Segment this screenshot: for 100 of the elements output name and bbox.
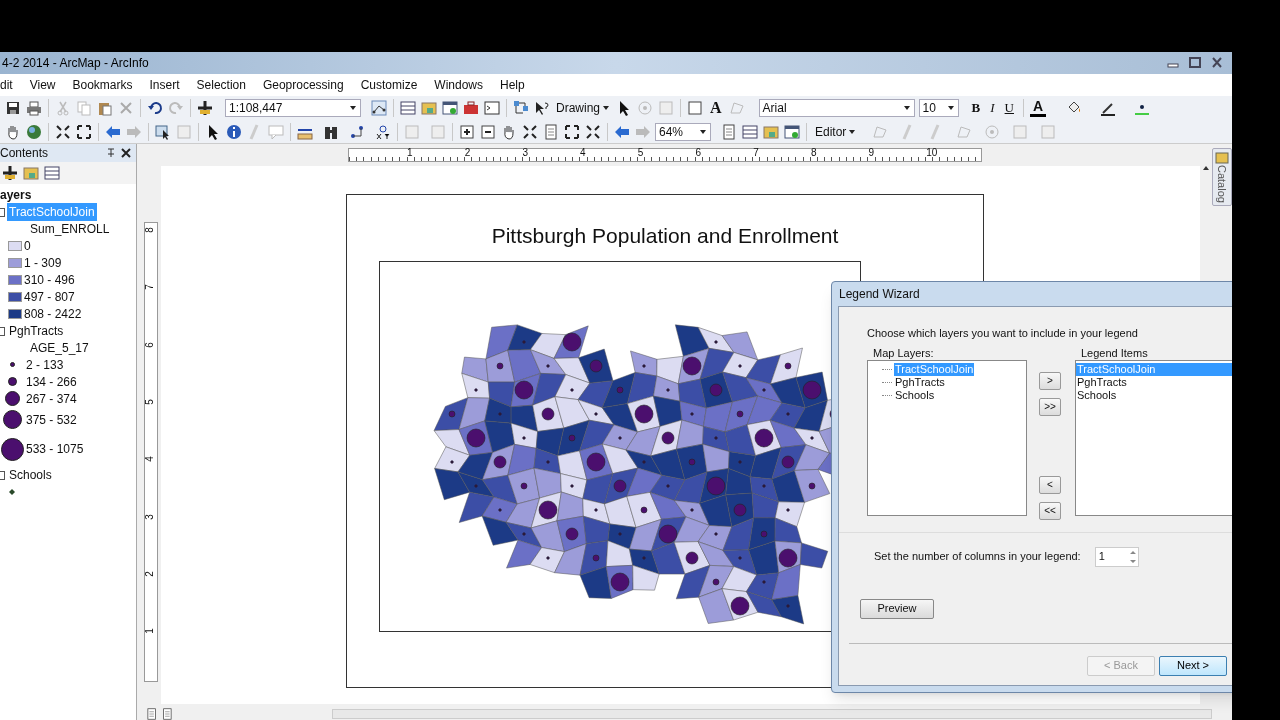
editor-menu[interactable]: Editor [813,121,859,142]
class-label: 267 - 374 [26,390,77,408]
scroll-up-icon[interactable] [1202,164,1210,172]
page-icon[interactable] [161,708,174,720]
list-item[interactable]: Schools [1076,388,1232,402]
class-label: 808 - 2422 [24,305,82,323]
zoom-field[interactable]: 64% [655,122,711,141]
expand-icon[interactable] [76,123,92,140]
select-features-icon[interactable] [155,123,171,140]
ruler-label: 8 [144,227,155,233]
line-pen-icon[interactable] [1100,100,1117,116]
font-size-field[interactable]: 10 [918,99,959,117]
zoom-out-icon[interactable] [480,123,496,140]
font-field[interactable]: Arial [758,99,915,117]
page-icon[interactable] [721,123,737,140]
expand-icon[interactable] [564,123,580,140]
layer-name[interactable]: Schools [7,465,54,484]
menu-item[interactable]: Help [500,76,525,94]
dropdown-arrow-icon[interactable] [699,127,707,136]
point-symbol-icon[interactable] [9,488,15,495]
full-extent-icon[interactable] [585,123,601,140]
pan-hand-icon[interactable] [501,123,517,140]
layer-name[interactable]: PghTracts [7,321,66,340]
pan-hand-icon[interactable] [5,123,21,140]
italic-button[interactable]: I [987,98,998,118]
dropdown-arrow-icon[interactable] [602,104,610,112]
undo-icon[interactable] [147,100,163,116]
add-data-icon[interactable] [2,165,18,181]
menu-item[interactable]: dit [0,76,13,94]
catalog-tab[interactable]: Catalog [1211,148,1232,206]
page-icon[interactable] [145,708,158,720]
zoom-in-icon[interactable] [459,123,475,140]
field-label: Set the number of columns in your legend: [874,549,1081,565]
menu-item[interactable]: Insert [149,76,180,94]
page-icon[interactable] [543,123,559,140]
menu-item[interactable]: Customize [360,76,418,94]
class-label: 2 - 133 [26,356,64,374]
menu-item[interactable]: Bookmarks [72,76,133,94]
scale-field[interactable]: 1:108,447 [225,99,361,117]
menu-item[interactable]: View [29,76,56,94]
columns-spinner[interactable]: 1 [1094,546,1139,567]
rectangle-icon[interactable] [687,100,703,116]
class-label: 1 - 309 [24,254,62,272]
move-button[interactable]: < [1039,475,1061,494]
window-icon[interactable] [784,123,800,140]
ruler-label: 3 [144,513,155,520]
move-button[interactable]: > [1039,371,1061,390]
close-icon[interactable] [120,147,132,159]
console-icon[interactable] [484,100,500,116]
text-tool-button[interactable]: A [707,96,725,120]
ruler-label: 7 [144,284,155,291]
table-icon[interactable] [742,123,758,140]
menu-item[interactable]: Geoprocessing [262,76,344,94]
dropdown-arrow-icon[interactable] [902,104,911,112]
save-icon[interactable] [5,100,21,116]
preview-button[interactable]: Preview [860,598,934,619]
help-pointer-icon[interactable] [534,100,550,116]
editor-toolbar-icon[interactable] [371,100,387,116]
maximize-icon[interactable] [1186,55,1204,71]
globe-icon[interactable] [26,123,42,140]
panel-title: Contents [0,145,49,162]
list-label: Map Layers: [872,345,935,360]
table-icon[interactable] [44,165,60,181]
bold-button[interactable]: B [968,98,984,118]
underline-button[interactable]: U [1001,98,1017,118]
print-icon[interactable] [26,100,42,116]
model-icon[interactable] [513,100,529,116]
circle-symbol-icon[interactable] [9,362,15,367]
dropdown-arrow-icon[interactable] [848,127,857,136]
map-title: Pittsburgh Population and Enrollment [491,223,839,249]
window-icon[interactable] [442,100,458,116]
horizontal-scrollbar[interactable] [332,709,1212,719]
field-name: Sum_ENROLL [29,221,111,237]
tree-item[interactable]: ayers [0,186,136,203]
ruler-label: 1 [144,628,155,634]
route-icon[interactable] [349,123,365,140]
font-color-button[interactable]: A [1030,99,1047,117]
dropdown-arrow-icon[interactable] [946,104,955,112]
go-to-xy-icon[interactable] [375,123,391,140]
full-extent-icon[interactable] [522,123,538,140]
identify-icon[interactable] [226,123,242,140]
list-item[interactable]: PghTracts [894,375,946,389]
drawing-menu[interactable]: Drawing [554,98,612,118]
menu-item[interactable]: Windows [434,76,483,94]
table-icon[interactable] [400,100,416,116]
next-button[interactable]: Next > [1159,655,1227,676]
list-item[interactable]: Schools [894,388,936,402]
catalog-icon[interactable] [1215,151,1229,165]
move-button[interactable]: << [1039,501,1061,520]
dropdown-arrow-icon[interactable] [349,104,357,112]
toolbox-icon[interactable] [463,100,479,116]
circle-symbol-icon[interactable] [0,437,24,461]
list-item[interactable]: PghTracts [1076,375,1232,389]
full-extent-icon[interactable] [55,123,71,140]
menu-item[interactable]: Selection [196,76,246,94]
circle-symbol-icon[interactable] [2,410,22,429]
add-data-icon[interactable] [197,100,213,116]
circle-symbol-icon[interactable] [4,391,20,406]
move-button[interactable]: >> [1039,397,1061,416]
paste-icon[interactable] [97,100,113,116]
